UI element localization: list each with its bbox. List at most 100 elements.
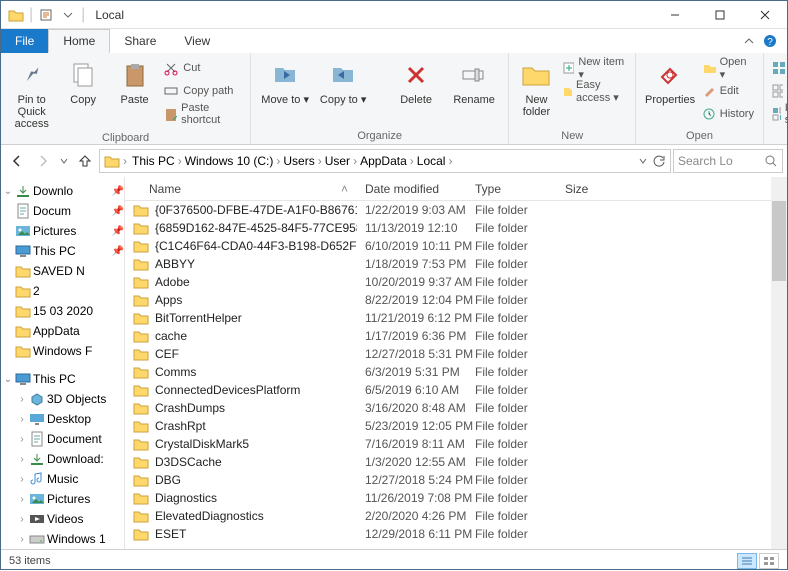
expand-icon[interactable]: › [17, 454, 27, 465]
column-size[interactable]: Size [557, 182, 627, 196]
column-type[interactable]: Type [467, 182, 557, 196]
file-list[interactable]: Name ˄ Date modified Type Size {0F376500… [125, 177, 787, 549]
breadcrumb-segment[interactable]: AppData [358, 154, 409, 168]
select-all-button[interactable]: Select all [772, 57, 788, 79]
easy-access-button[interactable]: Easy access ▾ [562, 80, 628, 102]
scrollbar-thumb[interactable] [772, 201, 786, 281]
copy-to-button[interactable]: Copy to ▾ [317, 57, 369, 106]
file-row[interactable]: cache1/17/2019 6:36 PMFile folder [125, 327, 787, 345]
chevron-right-icon[interactable]: › [122, 154, 128, 168]
tree-item[interactable]: ›Document [1, 429, 124, 449]
forward-button[interactable] [31, 149, 55, 173]
copy-path-button[interactable]: Copy path [163, 80, 242, 102]
details-view-button[interactable] [737, 553, 757, 569]
file-row[interactable]: DBG12/27/2018 5:24 PMFile folder [125, 471, 787, 489]
properties-button[interactable]: Properties [644, 57, 695, 106]
tree-item[interactable]: ›Music [1, 469, 124, 489]
expand-icon[interactable]: › [17, 534, 27, 545]
cut-button[interactable]: Cut [163, 57, 242, 79]
breadcrumb-segment[interactable]: This PC [130, 154, 177, 168]
maximize-button[interactable] [697, 1, 742, 29]
tree-item[interactable]: ›Desktop [1, 409, 124, 429]
file-row[interactable]: CrystalDiskMark57/16/2019 8:11 AMFile fo… [125, 435, 787, 453]
collapse-ribbon-icon[interactable] [743, 35, 755, 47]
large-icons-view-button[interactable] [759, 553, 779, 569]
chevron-right-icon[interactable]: › [317, 154, 323, 168]
navigation-pane[interactable]: ⌄Downlo📌Docum📌Pictures📌This PC📌SAVED N21… [1, 177, 125, 549]
refresh-button[interactable] [652, 154, 666, 168]
tree-item[interactable]: Windows F [1, 341, 124, 361]
file-row[interactable]: {6859D162-847E-4525-84F5-77CE958BAC11/13… [125, 219, 787, 237]
file-row[interactable]: ConnectedDevicesPlatform6/5/2019 6:10 AM… [125, 381, 787, 399]
tree-item[interactable]: Pictures📌 [1, 221, 124, 241]
file-row[interactable]: Apps8/22/2019 12:04 PMFile folder [125, 291, 787, 309]
back-button[interactable] [5, 149, 29, 173]
tree-item[interactable]: SAVED N [1, 261, 124, 281]
vertical-scrollbar[interactable] [771, 177, 787, 549]
expand-icon[interactable]: ⌄ [3, 186, 13, 197]
expand-icon[interactable]: › [17, 494, 27, 505]
tree-item[interactable]: 15 03 2020 [1, 301, 124, 321]
delete-button[interactable]: Delete [390, 57, 442, 106]
file-row[interactable]: ABBYY1/18/2019 7:53 PMFile folder [125, 255, 787, 273]
tree-item[interactable]: 2 [1, 281, 124, 301]
paste-shortcut-button[interactable]: Paste shortcut [163, 103, 242, 125]
paste-button[interactable]: Paste [112, 57, 157, 106]
file-row[interactable]: Diagnostics11/26/2019 7:08 PMFile folder [125, 489, 787, 507]
tree-item[interactable]: Docum📌 [1, 201, 124, 221]
tree-item[interactable]: ›3D Objects [1, 389, 124, 409]
expand-icon[interactable]: › [17, 394, 27, 405]
minimize-button[interactable] [652, 1, 697, 29]
new-folder-button[interactable]: New folder [517, 57, 556, 118]
search-input[interactable]: Search Lo [673, 149, 783, 173]
file-row[interactable]: CrashRpt5/23/2019 12:05 PMFile folder [125, 417, 787, 435]
expand-icon[interactable]: ⌄ [3, 374, 13, 385]
tab-home[interactable]: Home [48, 29, 110, 53]
breadcrumb-segment[interactable]: Windows 10 (C:) [183, 154, 276, 168]
expand-icon[interactable]: › [17, 514, 27, 525]
file-row[interactable]: Adobe10/20/2019 9:37 AMFile folder [125, 273, 787, 291]
tab-view[interactable]: View [170, 29, 224, 53]
file-row[interactable]: ElevatedDiagnostics2/20/2020 4:26 PMFile… [125, 507, 787, 525]
file-row[interactable]: Comms6/3/2019 5:31 PMFile folder [125, 363, 787, 381]
expand-icon[interactable]: › [17, 434, 27, 445]
copy-button[interactable]: Copy [60, 57, 105, 106]
recent-locations-button[interactable] [57, 149, 71, 173]
rename-button[interactable]: Rename [448, 57, 500, 106]
chevron-down-icon[interactable] [638, 156, 648, 166]
tree-item[interactable]: ›Pictures [1, 489, 124, 509]
edit-button[interactable]: Edit [702, 80, 755, 102]
chevron-right-icon[interactable]: › [409, 154, 415, 168]
breadcrumb-segment[interactable]: User [323, 154, 352, 168]
tab-share[interactable]: Share [110, 29, 170, 53]
invert-selection-button[interactable]: Invert selection [772, 103, 788, 125]
chevron-right-icon[interactable]: › [177, 154, 183, 168]
move-to-button[interactable]: Move to ▾ [259, 57, 311, 106]
chevron-down-icon[interactable] [59, 6, 77, 24]
tree-item[interactable]: ⌄Downlo📌 [1, 181, 124, 201]
help-icon[interactable]: ? [763, 34, 777, 48]
address-bar[interactable]: › This PC›Windows 10 (C:)›Users›User›App… [99, 149, 671, 173]
file-row[interactable]: CEF12/27/2018 5:31 PMFile folder [125, 345, 787, 363]
breadcrumb-segment[interactable]: Users [281, 154, 316, 168]
column-date[interactable]: Date modified [357, 182, 467, 196]
file-row[interactable]: {0F376500-DFBE-47DE-A1F0-B86761A82B1/22/… [125, 201, 787, 219]
select-none-button[interactable]: Select none [772, 80, 788, 102]
file-row[interactable]: D3DSCache1/3/2020 12:55 AMFile folder [125, 453, 787, 471]
tree-item[interactable]: AppData [1, 321, 124, 341]
tree-this-pc[interactable]: ⌄ This PC [1, 369, 124, 389]
pin-to-quick-access-button[interactable]: Pin to Quick access [9, 57, 54, 130]
tree-item[interactable]: ›Download: [1, 449, 124, 469]
history-button[interactable]: History [702, 103, 755, 125]
file-row[interactable]: {C1C46F64-CDA0-44F3-B198-D652F918E46/10/… [125, 237, 787, 255]
tree-item[interactable]: This PC📌 [1, 241, 124, 261]
tree-item[interactable]: ›Videos [1, 509, 124, 529]
tree-item[interactable]: ›Windows 1 [1, 529, 124, 549]
column-name[interactable]: Name ˄ [125, 182, 357, 196]
properties-icon[interactable] [37, 6, 55, 24]
close-button[interactable] [742, 1, 787, 29]
new-item-button[interactable]: New item ▾ [562, 57, 628, 79]
breadcrumb-segment[interactable]: Local [415, 154, 448, 168]
tab-file[interactable]: File [1, 29, 48, 53]
file-row[interactable]: ESET12/29/2018 6:11 PMFile folder [125, 525, 787, 543]
